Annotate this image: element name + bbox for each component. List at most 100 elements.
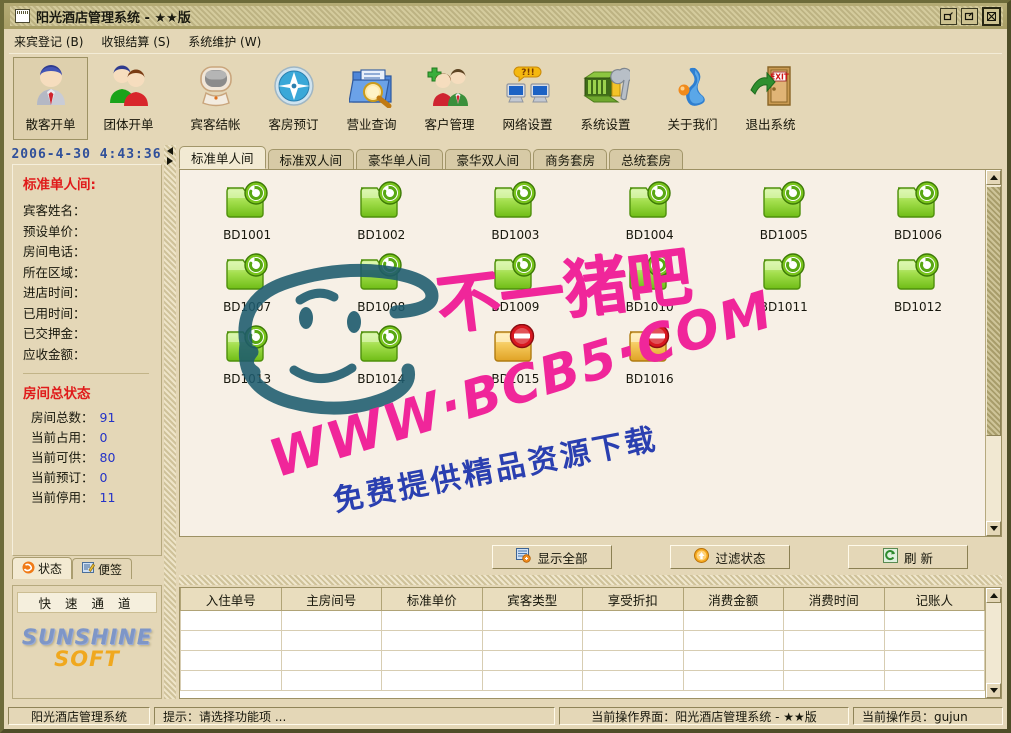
- cell: [883, 610, 985, 631]
- restore-button[interactable]: [940, 8, 957, 25]
- arrow-up-icon: [989, 175, 998, 180]
- col-time[interactable]: 消费时间: [783, 588, 885, 611]
- tab-standard-single[interactable]: 标准单人间: [179, 146, 266, 169]
- toolbar-button-about[interactable]: 关于我们: [655, 57, 730, 140]
- room-available-icon: [358, 180, 404, 225]
- status-bar: 阳光酒店管理系统 提示：请选择功能项 ... 当前操作界面：阳光酒店管理系统 -…: [8, 705, 1003, 727]
- divider: [23, 373, 149, 374]
- cell: [381, 610, 483, 631]
- room-item-bd1012[interactable]: BD1012: [851, 252, 985, 324]
- scroll-down-button[interactable]: [986, 521, 1001, 536]
- close-button[interactable]: [982, 7, 1001, 26]
- stat-occupied: 当前占用： 0: [23, 428, 161, 448]
- toolbar-label: 客房预订: [268, 117, 319, 132]
- room-grid-scrollbar[interactable]: [985, 170, 1001, 536]
- table-row[interactable]: [180, 670, 985, 691]
- room-item-bd1008[interactable]: BD1008: [314, 252, 448, 324]
- room-item-bd1005[interactable]: BD1005: [717, 180, 851, 252]
- toolbar-button-customer-mgmt[interactable]: 客户管理: [412, 57, 487, 140]
- room-available-icon: [492, 252, 538, 297]
- refresh-button[interactable]: 刷 新: [848, 545, 968, 569]
- field-area: 所在区域：: [23, 264, 86, 280]
- col-order-no[interactable]: 入住单号: [180, 588, 282, 611]
- room-label: BD1010: [625, 300, 674, 314]
- window-icon[interactable]: [15, 9, 30, 23]
- toolbar-button-checkout[interactable]: 宾客结帐: [178, 57, 253, 140]
- room-row: BD1013 BD1014 BD1015 BD1016: [180, 323, 985, 396]
- collapse-left-icon[interactable]: [166, 147, 173, 155]
- status-operator: 当前操作员：gujun: [853, 707, 1003, 725]
- tab-presidential-suite[interactable]: 总统套房: [609, 149, 684, 169]
- col-guest-type[interactable]: 宾客类型: [481, 588, 583, 611]
- room-item-bd1003[interactable]: BD1003: [448, 180, 582, 252]
- room-label: BD1011: [759, 300, 808, 314]
- sidebar-tab-label: 状态: [38, 562, 63, 576]
- tab-business-suite[interactable]: 商务套房: [533, 149, 608, 169]
- toolbar-button-single-guest[interactable]: 散客开单: [13, 57, 88, 140]
- menu-item-maintenance[interactable]: 系统维护 (W): [188, 33, 261, 50]
- table-scroll-down-button[interactable]: [986, 683, 1001, 698]
- sidebar-tab-status[interactable]: 状态: [12, 557, 73, 579]
- room-item-bd1006[interactable]: BD1006: [851, 180, 985, 252]
- toolbar-separator: [646, 57, 655, 140]
- table-scroll-up-button[interactable]: [986, 588, 1001, 603]
- checkout-monitor-icon: [190, 62, 242, 110]
- tab-standard-double[interactable]: 标准双人间: [267, 149, 355, 169]
- toolbar-button-group-guest[interactable]: 团体开单: [91, 57, 166, 140]
- room-item-bd1010[interactable]: BD1010: [583, 252, 717, 324]
- col-main-room-no[interactable]: 主房间号: [280, 588, 382, 611]
- toolbar-button-network-settings[interactable]: ?!! 网络设置: [490, 57, 565, 140]
- col-discount[interactable]: 享受折扣: [582, 588, 684, 611]
- show-all-button[interactable]: 显示全部: [492, 545, 612, 569]
- room-disabled-icon: [627, 323, 673, 369]
- maximize-button[interactable]: [961, 8, 978, 25]
- field-preset-price: 预设单价：: [23, 223, 86, 239]
- sidebar-tab-strip: 状态 便签: [12, 557, 164, 579]
- panel-splitter[interactable]: [164, 145, 176, 699]
- cell: [682, 670, 784, 691]
- room-item-bd1011[interactable]: BD1011: [717, 252, 851, 324]
- cell: [883, 670, 985, 691]
- col-standard-price[interactable]: 标准单价: [381, 588, 483, 611]
- room-available-icon: [492, 180, 538, 225]
- scroll-up-button[interactable]: [986, 170, 1001, 185]
- tab-deluxe-double[interactable]: 豪华双人间: [444, 149, 532, 169]
- room-item-bd1001[interactable]: BD1001: [180, 180, 314, 252]
- quick-access-panel: 快 速 通 道 SUNSHINE SOFT: [12, 585, 162, 699]
- room-item-bd1013[interactable]: BD1013: [180, 324, 314, 396]
- exit-door-icon: EXIT: [745, 62, 797, 110]
- room-item-bd1009[interactable]: BD1009: [448, 252, 582, 324]
- table-scrollbar[interactable]: [985, 588, 1001, 698]
- room-item-bd1002[interactable]: BD1002: [314, 180, 448, 252]
- table-row[interactable]: [180, 610, 985, 631]
- network-icon: ?!!: [502, 62, 554, 110]
- col-recorder[interactable]: 记账人: [883, 588, 985, 611]
- expand-right-icon[interactable]: [166, 157, 173, 165]
- toolbar-button-business-query[interactable]: 营业查询: [334, 57, 409, 140]
- filter-status-button[interactable]: 过滤状态: [670, 545, 790, 569]
- table-row[interactable]: [180, 630, 985, 651]
- cell: [280, 670, 382, 691]
- col-amount[interactable]: 消费金额: [682, 588, 784, 611]
- room-item-bd1007[interactable]: BD1007: [180, 252, 314, 324]
- menu-item-cashier[interactable]: 收银结算 (S): [101, 33, 170, 50]
- room-item-bd1015[interactable]: BD1015: [448, 323, 582, 396]
- menu-item-guest-register[interactable]: 来宾登记 (B): [14, 33, 83, 50]
- room-available-icon: [895, 180, 941, 225]
- room-item-bd1014[interactable]: BD1014: [314, 324, 448, 396]
- wrench-settings-icon: [580, 62, 632, 110]
- table-row[interactable]: [180, 650, 985, 671]
- room-item-bd1004[interactable]: BD1004: [583, 180, 717, 252]
- scroll-thumb[interactable]: [986, 186, 1001, 436]
- toolbar-button-room-booking[interactable]: 客房预订: [256, 57, 331, 140]
- room-item-bd1016[interactable]: BD1016: [583, 323, 717, 396]
- table-body: [180, 610, 985, 691]
- room-label: BD1013: [223, 372, 272, 386]
- sidebar-tab-notes[interactable]: 便签: [72, 558, 133, 579]
- table-resize-gripper[interactable]: [179, 575, 1002, 585]
- toolbar-button-system-settings[interactable]: 系统设置: [568, 57, 643, 140]
- room-available-icon: [761, 252, 807, 297]
- toolbar-button-exit[interactable]: EXIT 退出系统: [733, 57, 808, 140]
- brand-logo: SUNSHINE SOFT: [13, 625, 161, 671]
- tab-deluxe-single[interactable]: 豪华单人间: [356, 149, 443, 169]
